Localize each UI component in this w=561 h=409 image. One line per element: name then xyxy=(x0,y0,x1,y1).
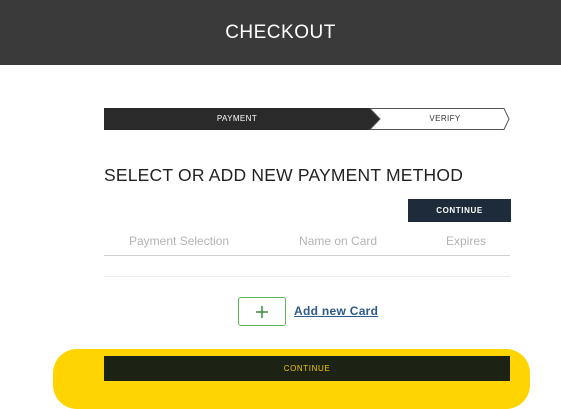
section-heading: SELECT OR ADD NEW PAYMENT METHOD xyxy=(104,165,464,185)
continue-button-top[interactable]: CONTINUE xyxy=(408,199,511,222)
payment-table-header: Payment Selection Name on Card Expires xyxy=(104,228,510,256)
plus-icon xyxy=(256,305,268,318)
header-bar: CHECKOUT xyxy=(0,0,561,65)
add-new-card-link[interactable]: Add new Card xyxy=(294,304,378,318)
column-expires: Expires xyxy=(445,234,486,248)
checkout-steps: PAYMENT VERIFY xyxy=(104,108,510,130)
step-payment[interactable]: PAYMENT xyxy=(104,108,370,130)
column-name-on-card: Name on Card xyxy=(299,234,378,248)
add-card-button[interactable] xyxy=(238,297,286,326)
column-payment-selection: Payment Selection xyxy=(129,234,230,248)
continue-button-main[interactable]: CONTINUE xyxy=(104,356,510,381)
step-verify[interactable]: VERIFY xyxy=(380,108,510,130)
table-divider xyxy=(104,276,510,277)
page-title: CHECKOUT xyxy=(225,21,336,43)
